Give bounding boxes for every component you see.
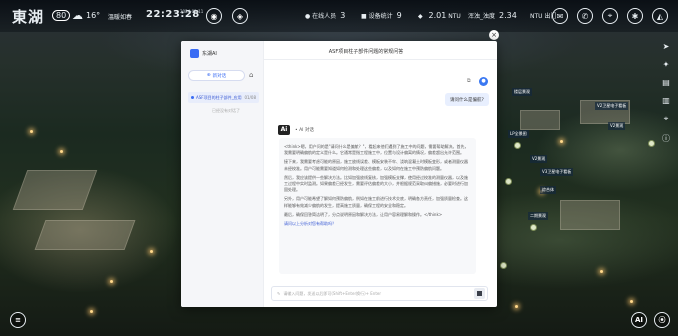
answer-paragraph: 然后，我应该提供一些解决方法。比如加强放线复核，加强模板支撑，使用经过校准的测量… bbox=[284, 174, 468, 193]
street-light bbox=[110, 280, 113, 283]
water-drop-icon: ◆ bbox=[418, 13, 423, 20]
map-building bbox=[560, 200, 620, 230]
map-pin-icon[interactable] bbox=[500, 262, 507, 269]
street-light bbox=[60, 150, 63, 153]
map-label[interactable]: 综合体 bbox=[540, 186, 556, 194]
info-icon[interactable]: ⓘ bbox=[662, 133, 670, 144]
top-bar: 東湖 80 ☁ 16° 溫暖如春 22:23:28 2024-01-11 ◉ ◈… bbox=[0, 0, 678, 32]
navigate-icon[interactable]: ➤ bbox=[663, 42, 670, 51]
weather-description: 溫暖如春 bbox=[108, 14, 133, 21]
ai-message: <think>嗯，用户问的是"请问什么是偏航？"，看起来他们遇到了施工中的问题，… bbox=[279, 138, 476, 274]
app-name: 东湖AI bbox=[202, 51, 217, 57]
stop-icon bbox=[477, 291, 482, 296]
history-empty-hint: 已经没有对话了 bbox=[212, 108, 240, 113]
street-light bbox=[90, 310, 93, 313]
map-label[interactable]: 二期景观 bbox=[528, 212, 548, 220]
map-building bbox=[34, 220, 136, 250]
location-icon[interactable]: ⌖ bbox=[602, 8, 618, 24]
person-icon: ● bbox=[305, 13, 311, 20]
new-chat-button[interactable]: ⊕ 新对话 bbox=[188, 70, 245, 81]
close-icon[interactable]: × bbox=[489, 30, 499, 40]
map-label[interactable]: 楼层景观 bbox=[512, 88, 532, 96]
ai-logo-icon bbox=[190, 49, 199, 58]
answer-followup: 请问以上分析对您有帮助吗？ bbox=[284, 221, 336, 227]
chat-sidebar: 东湖AI ⊕ 新对话 ⌂ ASF项目的柱子部件_应用 01/08 已经没有对话了 bbox=[181, 41, 264, 307]
cloud-icon: ☁ bbox=[72, 9, 83, 22]
ai-avatar: Ai bbox=[278, 125, 290, 135]
menu-icon[interactable]: ≡ bbox=[10, 312, 26, 328]
settings-icon[interactable]: ✱ bbox=[627, 8, 643, 24]
user-avatar: ● bbox=[479, 77, 488, 86]
user-message: 请问什么是偏航? bbox=[445, 93, 489, 106]
map-building bbox=[520, 110, 560, 130]
map-label[interactable]: V2景观 bbox=[530, 155, 548, 163]
map-pin-icon[interactable] bbox=[514, 142, 521, 149]
map-pin-icon[interactable] bbox=[648, 140, 655, 147]
send-button[interactable] bbox=[474, 288, 485, 299]
map-label[interactable]: V2景观 bbox=[608, 122, 626, 130]
chat-input[interactable]: ✎ 请输入问题，发送以后即可(Shift+Enter换行)+ Enter bbox=[271, 286, 488, 301]
stat-devices: ■ 设备统计 9 bbox=[361, 11, 402, 20]
chat-title: ASF项目柱子部件问题的常规问答 bbox=[328, 49, 404, 55]
device-icon: ■ bbox=[361, 13, 367, 20]
map-pin-icon[interactable] bbox=[505, 178, 512, 185]
stat-turbidity-b: 浑浊_浊度 2.34 bbox=[468, 11, 517, 20]
street-light bbox=[630, 300, 633, 303]
map-label[interactable]: LP全景图 bbox=[508, 130, 529, 138]
map-pin-icon[interactable] bbox=[530, 224, 537, 231]
logo-mark: 80 bbox=[52, 10, 71, 21]
answer-paragraph: 接下来，我需要考虑可能的原因，施工放线误差、模板安装不牢、浇筑混凝土时模板变形，… bbox=[284, 159, 468, 171]
active-dot-icon bbox=[191, 96, 194, 99]
ai-label: • AI 对话 bbox=[295, 128, 314, 133]
map-label[interactable]: V2卫星电子看板 bbox=[595, 102, 629, 110]
chat-history-item[interactable]: ASF项目的柱子部件_应用 01/08 bbox=[188, 92, 259, 103]
stat-online: ● 在线人员 3 bbox=[305, 11, 346, 20]
stat-turbidity-a: ◆ 2.01 NTU bbox=[418, 11, 461, 20]
map-building bbox=[12, 170, 98, 210]
street-light bbox=[560, 140, 563, 143]
street-light bbox=[30, 130, 33, 133]
mode-toggle-icon[interactable]: ◉ bbox=[206, 8, 222, 24]
answer-paragraph: 另外，用户可能希望了解如何预防偏航，例如在施工前进行技术交底，明确各方责任，加强… bbox=[284, 196, 468, 208]
answer-paragraph: 最后，确保回答简洁明了，分点说明原因和解决方法，让用户容易理解和操作。</thi… bbox=[284, 211, 443, 217]
status-toggle-icon[interactable]: ◈ bbox=[232, 8, 248, 24]
street-light bbox=[600, 270, 603, 273]
home-icon[interactable]: ⌂ bbox=[249, 71, 253, 79]
mail-icon[interactable]: ✉ bbox=[552, 8, 568, 24]
sidebar-header: 东湖AI bbox=[190, 49, 217, 58]
phone-icon[interactable]: ✆ bbox=[577, 8, 593, 24]
map-label[interactable]: V3卫星电子看板 bbox=[540, 168, 574, 176]
street-light bbox=[150, 250, 153, 253]
ai-assistant-button[interactable]: AI bbox=[631, 312, 647, 328]
layers-icon[interactable]: ▤ bbox=[662, 78, 670, 87]
clock-date: 2024-01-11 bbox=[180, 9, 204, 14]
answer-paragraph: <think>嗯，用户问的是"请问什么是偏航？"，看起来他们遇到了施工中的问题，… bbox=[284, 144, 469, 156]
mic-icon[interactable]: ⦿ bbox=[654, 312, 670, 328]
copy-icon[interactable]: ⧉ bbox=[467, 78, 471, 84]
attach-icon[interactable]: ✎ bbox=[277, 291, 280, 296]
user-icon[interactable]: ◭ bbox=[652, 8, 668, 24]
temperature: 16° bbox=[86, 11, 101, 20]
app-logo: 東湖 bbox=[12, 8, 45, 26]
ruler-icon[interactable]: ▥ bbox=[662, 96, 670, 105]
right-toolbar: ➤ ✦ ▤ ▥ ⌖ ⓘ bbox=[662, 42, 670, 144]
divider bbox=[264, 59, 497, 60]
street-light bbox=[515, 305, 518, 308]
compass-icon[interactable]: ✦ bbox=[663, 60, 670, 69]
measure-icon[interactable]: ⌖ bbox=[664, 114, 669, 124]
plus-icon: ⊕ bbox=[206, 73, 211, 78]
ai-chat-dialog: 东湖AI ⊕ 新对话 ⌂ ASF项目的柱子部件_应用 01/08 已经没有对话了… bbox=[181, 41, 497, 307]
